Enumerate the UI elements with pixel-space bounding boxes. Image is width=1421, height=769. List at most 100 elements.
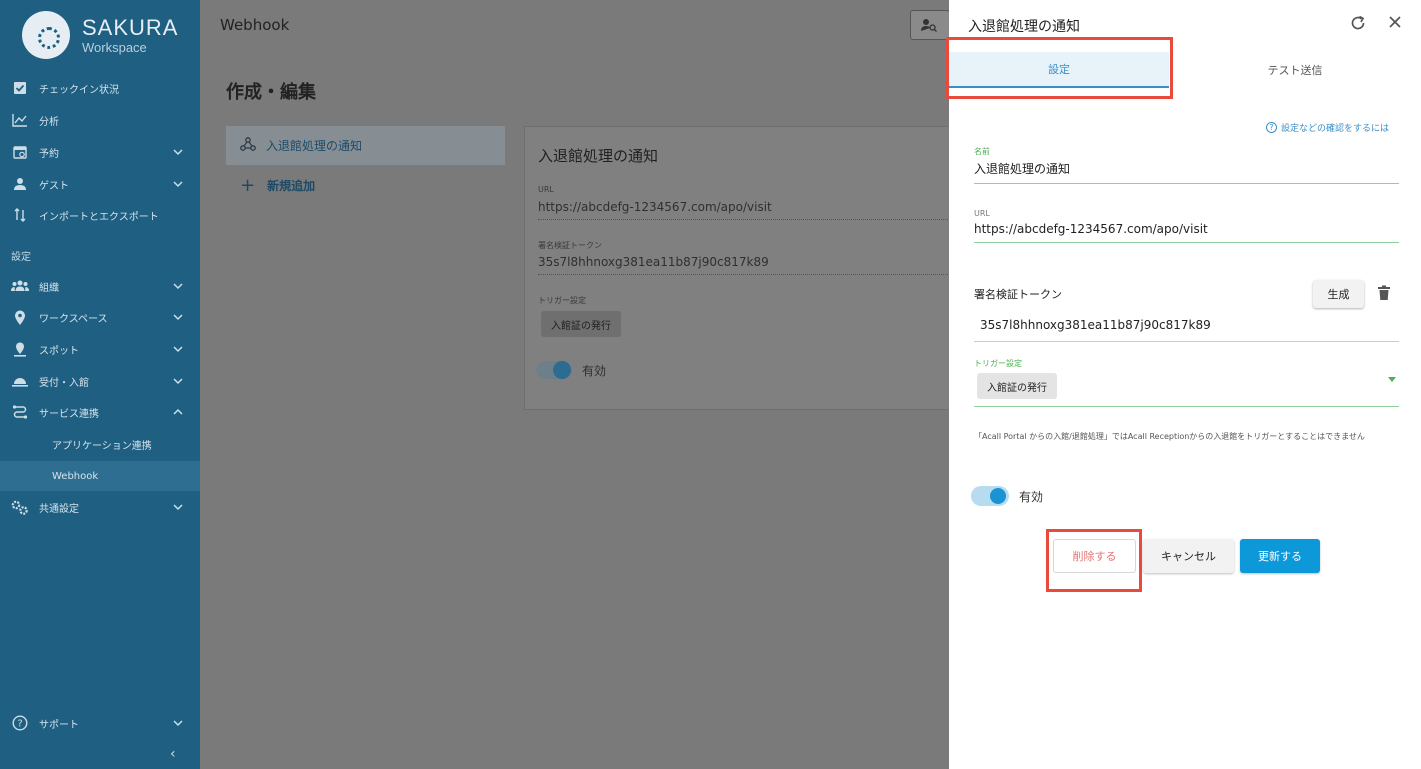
help-link-label: 設定などの確認をするには xyxy=(1281,124,1390,134)
chevron-down-icon xyxy=(173,376,183,386)
brand-subtitle: Workspace xyxy=(82,39,147,55)
pin-icon xyxy=(11,309,29,325)
sidebar-item-import-export[interactable]: インポートとエクスポート xyxy=(0,200,200,230)
edit-drawer: 入退館処理の通知 設定 テスト送信 ? 設定などの確認をするには 名前 入退館処… xyxy=(949,0,1421,769)
card-token-label: 署名検証トークン xyxy=(538,241,602,250)
name-field-label: 名前 xyxy=(974,147,990,156)
calendar-icon xyxy=(11,144,29,160)
highlight-box-delete xyxy=(1046,529,1142,592)
enabled-label: 有効 xyxy=(1019,490,1044,504)
trigger-select-underline xyxy=(974,406,1399,407)
import-export-icon xyxy=(11,207,29,223)
card-enabled-label: 有効 xyxy=(582,364,607,378)
sidebar-subitem-app-integration[interactable]: アプリケーション連携 xyxy=(0,429,200,459)
add-new-label: 新規追加 xyxy=(267,179,316,193)
brand-title: SAKURA xyxy=(82,14,179,40)
sidebar-item-analytics[interactable]: 分析 xyxy=(0,105,200,135)
sidebar-item-label: サポート xyxy=(39,719,79,731)
collapse-sidebar-icon[interactable]: ‹ xyxy=(170,746,176,762)
main-content: Webhook 作成・編集 入退館処理の通知 + 新規追加 入退館処理の通知 U… xyxy=(200,0,954,769)
topbar-title: Webhook xyxy=(220,16,290,34)
sidebar-item-workspace[interactable]: ワークスペース xyxy=(0,302,200,332)
url-field-label: URL xyxy=(974,209,990,218)
sidebar-item-support[interactable]: ? サポート xyxy=(0,708,200,738)
integration-icon xyxy=(11,404,29,420)
token-heading: 署名検証トークン xyxy=(974,288,1062,301)
sidebar-item-label: 組織 xyxy=(39,282,59,294)
chevron-down-icon xyxy=(173,147,183,157)
highlight-box-tab xyxy=(946,37,1173,99)
sidebar-item-label: 受付・入館 xyxy=(39,377,89,389)
sidebar-item-spot[interactable]: スポット xyxy=(0,334,200,364)
sidebar-item-reception[interactable]: 受付・入館 xyxy=(0,366,200,396)
webhook-icon xyxy=(240,137,256,154)
sidebar-item-label: 共通設定 xyxy=(39,503,79,515)
reception-icon xyxy=(11,373,29,389)
trigger-field-label: トリガー設定 xyxy=(974,359,1022,368)
sidebar-subitem-webhook[interactable]: Webhook xyxy=(0,461,200,491)
trigger-chip[interactable]: 入館証の発行 xyxy=(977,373,1057,399)
guest-icon xyxy=(11,176,29,192)
cancel-button[interactable]: キャンセル xyxy=(1143,539,1234,573)
drawer-title: 入退館処理の通知 xyxy=(968,19,1080,35)
sidebar-item-service-integration[interactable]: サービス連携 xyxy=(0,397,200,427)
page-heading: 作成・編集 xyxy=(226,82,316,103)
webhook-list-item[interactable]: 入退館処理の通知 xyxy=(226,126,505,165)
sidebar-item-label: 予約 xyxy=(39,148,59,160)
card-token-value: 35s7l8hhnoxg381ea11b87j90c817k89 xyxy=(538,255,948,275)
chevron-down-icon xyxy=(173,502,183,512)
user-search-icon xyxy=(921,19,937,32)
sidebar-item-label: スポット xyxy=(39,345,79,357)
chevron-down-icon xyxy=(173,344,183,354)
generate-token-button[interactable]: 生成 xyxy=(1313,280,1364,308)
sidebar-item-checkin[interactable]: チェックイン状況 xyxy=(0,73,200,103)
card-url-label: URL xyxy=(538,185,554,194)
sakura-logo-icon xyxy=(22,11,70,59)
card-title: 入退館処理の通知 xyxy=(538,147,659,165)
token-field[interactable]: 35s7l8hhnoxg381ea11b87j90c817k89 xyxy=(974,318,1399,342)
update-button[interactable]: 更新する xyxy=(1240,539,1320,573)
checkbox-icon xyxy=(11,80,29,96)
card-trigger-chip: 入館証の発行 xyxy=(541,311,621,337)
chevron-down-icon xyxy=(173,312,183,322)
add-new-button[interactable]: + 新規追加 xyxy=(240,175,315,196)
plus-icon: + xyxy=(240,175,256,196)
help-icon: ? xyxy=(11,715,29,731)
sidebar-item-label: チェックイン状況 xyxy=(39,84,119,96)
chevron-down-icon xyxy=(173,281,183,291)
gears-icon xyxy=(11,499,29,515)
sidebar-item-guest[interactable]: ゲスト xyxy=(0,169,200,199)
spot-icon xyxy=(11,341,29,357)
sidebar-section-settings: 設定 xyxy=(11,252,31,263)
close-icon[interactable] xyxy=(1387,14,1407,34)
sidebar-item-label: サービス連携 xyxy=(39,408,99,420)
sidebar: SAKURA Workspace チェックイン状況 分析 予約 ゲスト インポー… xyxy=(0,0,200,769)
sidebar-item-label: ワークスペース xyxy=(39,313,108,325)
enabled-toggle[interactable] xyxy=(971,486,1009,506)
refresh-icon[interactable] xyxy=(1349,14,1369,34)
trash-icon[interactable] xyxy=(1377,285,1391,301)
dropdown-arrow-icon[interactable] xyxy=(1388,377,1396,382)
webhook-list-item-label: 入退館処理の通知 xyxy=(266,139,363,153)
chevron-down-icon xyxy=(173,179,183,189)
webhook-detail-card: 入退館処理の通知 URL https://abcdefg-1234567.com… xyxy=(524,126,954,410)
trigger-note: 「Acall Portal からの入館/退館処理」ではAcall Recepti… xyxy=(974,432,1365,441)
card-url-value: https://abcdefg-1234567.com/apo/visit xyxy=(538,200,948,220)
chevron-up-icon xyxy=(173,407,183,417)
group-icon xyxy=(11,278,29,294)
user-search-button[interactable] xyxy=(910,10,950,40)
card-trigger-label: トリガー設定 xyxy=(538,296,586,305)
name-field[interactable]: 入退館処理の通知 xyxy=(974,160,1399,184)
card-enabled-toggle[interactable] xyxy=(536,361,572,379)
url-field[interactable]: https://abcdefg-1234567.com/apo/visit xyxy=(974,222,1399,243)
sidebar-item-common-settings[interactable]: 共通設定 xyxy=(0,492,200,522)
sidebar-item-reservations[interactable]: 予約 xyxy=(0,137,200,167)
chart-icon xyxy=(11,112,29,128)
sidebar-item-label: ゲスト xyxy=(39,180,69,192)
sidebar-item-organization[interactable]: 組織 xyxy=(0,271,200,301)
brand-logo[interactable]: SAKURA Workspace xyxy=(22,10,192,60)
help-icon: ? xyxy=(1266,122,1277,133)
tab-test-send[interactable]: テスト送信 xyxy=(1169,52,1421,88)
help-link[interactable]: ? 設定などの確認をするには xyxy=(1266,121,1389,134)
svg-text:?: ? xyxy=(17,719,22,730)
